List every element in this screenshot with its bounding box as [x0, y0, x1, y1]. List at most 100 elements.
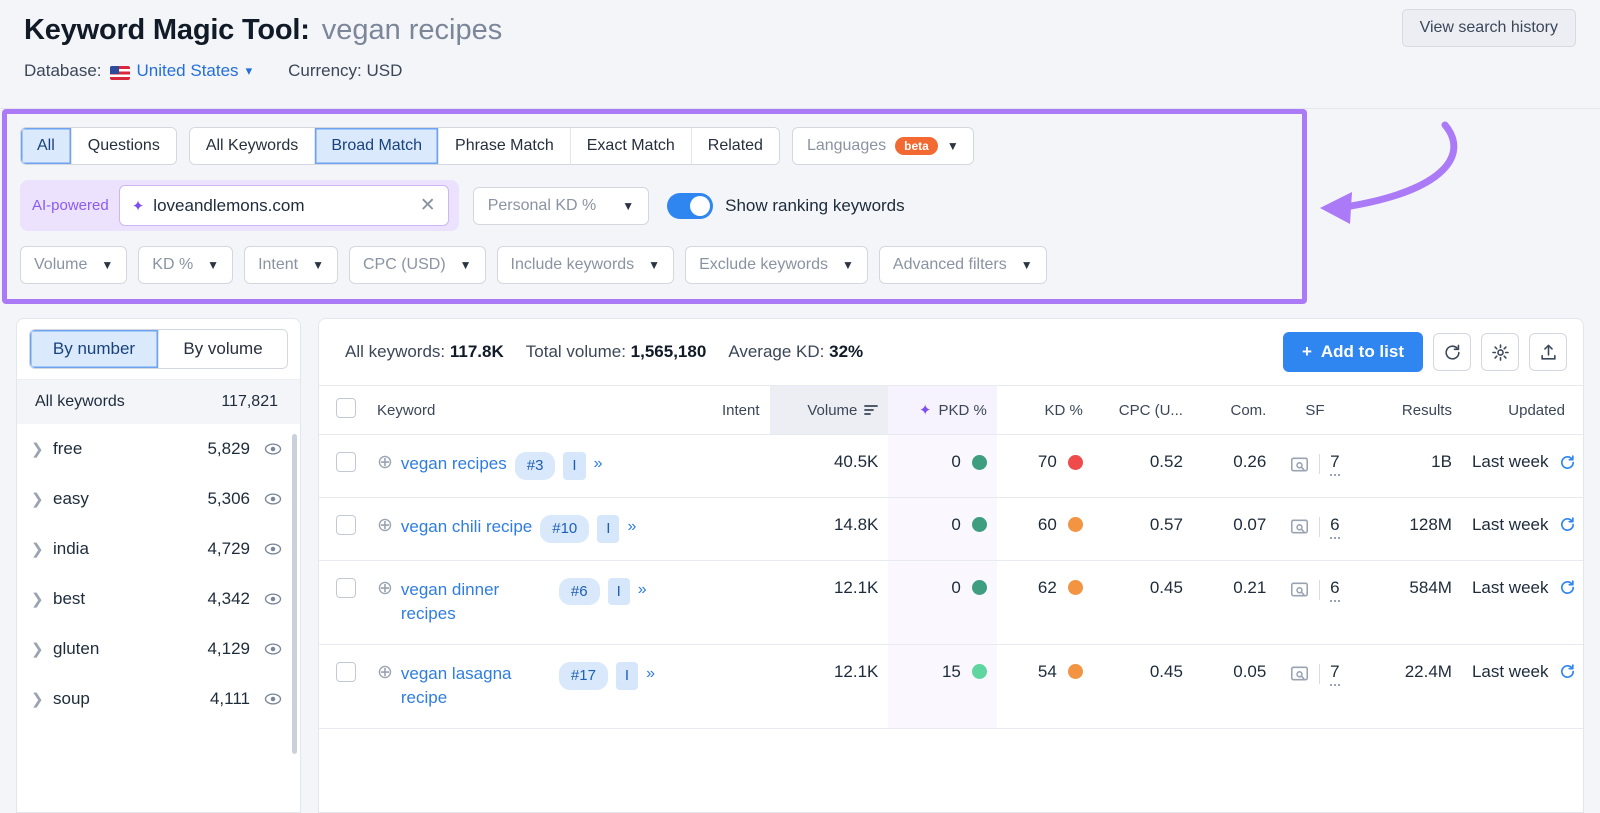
add-keyword-icon[interactable]: ⊕	[377, 579, 393, 598]
sidebar-item-free[interactable]: ❯ free 5,829	[17, 424, 300, 474]
expand-keyword-icon[interactable]: »	[638, 578, 647, 601]
tab-exact-match[interactable]: Exact Match	[570, 128, 692, 164]
sidebar-item-india[interactable]: ❯ india 4,729	[17, 524, 300, 574]
intent-badge[interactable]: I	[563, 452, 586, 480]
eye-icon[interactable]	[264, 540, 282, 558]
settings-button[interactable]	[1481, 333, 1519, 371]
keyword-link[interactable]: vegan chili recipe	[401, 515, 532, 540]
filter-cpc[interactable]: CPC (USD) ▼	[348, 246, 486, 284]
header-volume[interactable]: Volume	[769, 385, 889, 435]
sf-count[interactable]: 7	[1330, 452, 1340, 476]
sidebar-scrollbar[interactable]	[292, 434, 297, 754]
table-row[interactable]: ⊕ vegan recipes #3 I » 40.5K 0 70 0.52 0.26 7 1B Las…	[319, 434, 1583, 498]
serp-feature-icon[interactable]	[1290, 581, 1309, 598]
header-results[interactable]: Results	[1353, 385, 1462, 435]
filter-exclude-keywords[interactable]: Exclude keywords ▼	[685, 246, 868, 284]
eye-icon[interactable]	[264, 690, 282, 708]
chevron-down-icon: ▼	[648, 258, 661, 272]
row-checkbox[interactable]	[335, 452, 356, 472]
intent-badge[interactable]: I	[615, 661, 639, 690]
serp-feature-icon[interactable]	[1290, 665, 1309, 682]
updated-cell: Last week	[1461, 644, 1583, 730]
kd-value: 60	[1037, 514, 1057, 534]
sidebar-item-all-keywords[interactable]: All keywords 117,821	[17, 379, 300, 424]
row-checkbox[interactable]	[335, 577, 356, 598]
row-checkbox[interactable]	[335, 661, 356, 682]
tab-broad-match[interactable]: Broad Match	[315, 128, 440, 164]
table-row[interactable]: ⊕ vegan lasagna recipe #17 I » 12.1K 15 54 0.45 0…	[319, 644, 1583, 730]
sidebar-item-easy[interactable]: ❯ easy 5,306	[17, 474, 300, 524]
sf-count[interactable]: 6	[1330, 578, 1340, 602]
sidebar-item-best[interactable]: ❯ best 4,342	[17, 574, 300, 624]
serp-feature-icon[interactable]	[1290, 518, 1309, 535]
refresh-button[interactable]	[1433, 333, 1471, 371]
eye-icon[interactable]	[264, 440, 282, 458]
header-cpc[interactable]: CPC (U...	[1092, 385, 1193, 435]
tab-all[interactable]: All	[21, 128, 72, 164]
sf-count[interactable]: 6	[1330, 515, 1340, 539]
select-all-checkbox[interactable]	[335, 398, 356, 418]
domain-input[interactable]: ✦ loveandlemons.com ✕	[118, 185, 449, 226]
clear-icon[interactable]: ✕	[420, 194, 436, 217]
intent-badge[interactable]: I	[607, 577, 630, 606]
personal-kd-dropdown[interactable]: Personal KD % ▼	[472, 186, 650, 225]
tab-phrase-match[interactable]: Phrase Match	[439, 128, 571, 164]
chevron-down-icon[interactable]: ▾	[246, 63, 253, 79]
table-row[interactable]: ⊕ vegan chili recipe #10 I » 14.8K 0 60 0.57 0.07…	[319, 497, 1583, 561]
header-sf[interactable]: SF	[1276, 385, 1354, 435]
expand-keyword-icon[interactable]: »	[594, 452, 603, 475]
tab-all-keywords[interactable]: All Keywords	[189, 128, 316, 164]
sf-count[interactable]: 7	[1330, 662, 1340, 686]
serp-feature-icon[interactable]	[1290, 456, 1309, 473]
filter-kd[interactable]: KD % ▼	[138, 246, 234, 284]
intent-badge[interactable]: I	[597, 514, 620, 543]
expand-keyword-icon[interactable]: »	[646, 662, 655, 685]
export-button[interactable]	[1529, 333, 1567, 371]
add-keyword-icon[interactable]: ⊕	[377, 663, 393, 682]
header-kd[interactable]: KD %	[996, 385, 1093, 435]
results-cell: 128M	[1353, 497, 1462, 561]
view-search-history-button[interactable]: View search history	[1401, 9, 1576, 47]
header-pkd[interactable]: ✦ PKD %	[888, 385, 997, 435]
languages-dropdown[interactable]: Languages beta ▼	[791, 127, 974, 165]
tab-related[interactable]: Related	[691, 128, 779, 164]
keyword-link[interactable]: vegan lasagna recipe	[401, 662, 551, 711]
filter-volume[interactable]: Volume ▼	[20, 246, 128, 284]
intent-cell	[679, 434, 770, 498]
database-value[interactable]: United States	[137, 61, 239, 81]
refresh-icon[interactable]	[1559, 454, 1576, 471]
keyword-link[interactable]: vegan dinner recipes	[401, 578, 551, 627]
eye-icon[interactable]	[264, 640, 282, 658]
filter-cpc-label: CPC (USD)	[362, 256, 446, 273]
refresh-icon[interactable]	[1559, 516, 1576, 533]
filter-include-keywords[interactable]: Include keywords ▼	[496, 246, 675, 284]
keyword-link[interactable]: vegan recipes	[401, 452, 507, 477]
add-to-list-button[interactable]: + Add to list	[1282, 332, 1423, 372]
header-com[interactable]: Com.	[1192, 385, 1277, 435]
add-keyword-icon[interactable]: ⊕	[377, 453, 393, 472]
filter-advanced[interactable]: Advanced filters ▼	[878, 246, 1047, 284]
add-keyword-icon[interactable]: ⊕	[377, 516, 393, 535]
sidebar-item-gluten[interactable]: ❯ gluten 4,129	[17, 624, 300, 674]
tab-by-number[interactable]: By number	[30, 330, 159, 368]
header-keyword[interactable]: Keyword	[366, 385, 680, 435]
show-ranking-keywords-toggle[interactable]	[667, 192, 714, 219]
stat-average-kd: Average KD: 32%	[728, 342, 863, 362]
eye-icon[interactable]	[264, 490, 282, 508]
filter-dropdowns-row: Volume ▼ KD % ▼ Intent ▼ CPC (USD) ▼ Inc…	[20, 246, 1290, 284]
table-row[interactable]: ⊕ vegan dinner recipes #6 I » 12.1K 0 62 0.45 0.2…	[319, 560, 1583, 645]
sidebar-item-soup[interactable]: ❯ soup 4,111	[17, 674, 300, 724]
refresh-icon[interactable]	[1559, 579, 1576, 596]
row-checkbox[interactable]	[335, 514, 356, 535]
us-flag-icon	[109, 66, 130, 80]
header-intent[interactable]: Intent	[679, 385, 770, 435]
expand-keyword-icon[interactable]: »	[627, 515, 636, 538]
refresh-icon[interactable]	[1559, 663, 1576, 680]
kd-value: 70	[1037, 452, 1057, 471]
eye-icon[interactable]	[264, 590, 282, 608]
filter-intent[interactable]: Intent ▼	[244, 246, 338, 284]
header-updated[interactable]: Updated	[1461, 385, 1583, 435]
tab-by-volume[interactable]: By volume	[159, 330, 287, 368]
sidebar-all-keywords-label: All keywords	[35, 393, 125, 410]
tab-questions[interactable]: Questions	[71, 128, 176, 164]
